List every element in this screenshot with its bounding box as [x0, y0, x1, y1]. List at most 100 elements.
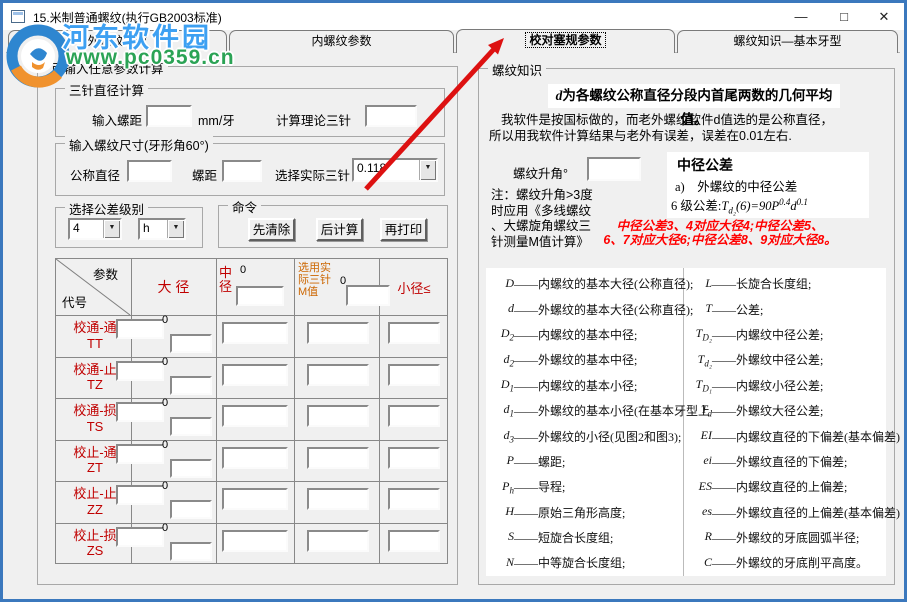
pitch-unit-label: mm/牙 — [198, 110, 235, 129]
row-input-major-b[interactable] — [170, 376, 212, 395]
definition-item: R ——外螺纹的牙底圆弧半径; — [686, 525, 884, 550]
row-input-major-a[interactable] — [116, 527, 164, 547]
definition-item: Ph ——导程; — [488, 474, 682, 499]
corner-code-label: 代号 — [62, 292, 87, 311]
row-input-middle[interactable] — [222, 405, 288, 427]
table-row: 校止-通 ZT 0 — [56, 441, 447, 483]
row-input-major-b[interactable] — [170, 417, 212, 436]
gauge-table: 参数 代号 大 径 中径 0 选用实际三针M值 0 小径≤ 校通-通 TT 0 — [55, 258, 448, 564]
nominal-diameter-label: 公称直径 — [70, 165, 120, 184]
col-needle-m-value: 选用实际三针M值 — [298, 262, 335, 298]
helix-angle-input[interactable] — [587, 157, 641, 181]
definition-item: P ——螺距; — [488, 449, 682, 474]
row-input-m-value[interactable] — [307, 322, 369, 344]
tolerance-box-title: 中径公差 — [677, 155, 733, 175]
m-value-header-input[interactable] — [346, 285, 390, 306]
pitch2-label: 螺距 — [192, 165, 217, 184]
definitions-box: D ——内螺纹的基本大径(公称直径); d ——外螺纹的基本大径(公称直径); … — [486, 268, 886, 576]
row-input-m-value[interactable] — [307, 364, 369, 386]
calculate-button[interactable]: 后计算 — [316, 218, 363, 241]
row-input-m-value[interactable] — [307, 447, 369, 469]
row-input-middle[interactable] — [222, 530, 288, 552]
dropdown-arrow-icon[interactable] — [419, 160, 436, 180]
row-input-m-value[interactable] — [307, 530, 369, 552]
row-input-major-b[interactable] — [170, 542, 212, 561]
row-input-minor[interactable] — [388, 322, 440, 344]
row-input-major-b[interactable] — [170, 500, 212, 519]
tolerance-mapping-note: 中径公差3、4对应大径4;中径公差5、 6、7对应大径6;中径公差8、9对应大径… — [545, 220, 895, 247]
row-input-minor[interactable] — [388, 405, 440, 427]
row-input-minor[interactable] — [388, 447, 440, 469]
app-window: 15.米制普通螺纹(执行GB2003标准) — □ ✕ 外螺纹参数 内螺纹参数 … — [0, 0, 907, 602]
row-input-major-a[interactable] — [116, 361, 164, 381]
definition-item: d2 ——外螺纹的基本中径; — [488, 347, 682, 372]
definition-item: D1 ——内螺纹的基本小径; — [488, 373, 682, 398]
standard-note-paragraph: 我软件是按国标做的，而老外螺纹软件d值选的是公称直径， 所以用我软件计算结果与老… — [489, 113, 885, 144]
table-row: 校止-损 ZS 0 — [56, 524, 447, 566]
table-header: 参数 代号 大 径 中径 0 选用实际三针M值 0 小径≤ — [56, 259, 447, 316]
window-title: 15.米制普通螺纹(执行GB2003标准) — [33, 9, 222, 26]
pitch2-input[interactable] — [222, 160, 262, 182]
definition-item: d ——外螺纹的基本大径(公称直径); — [488, 296, 682, 321]
row-input-major-b[interactable] — [170, 334, 212, 353]
tolerance-formula: 6 级公差:Td₂(6)=90P0.4d0.1 — [671, 195, 808, 216]
row-input-minor[interactable] — [388, 488, 440, 510]
grade-combo[interactable]: 4 — [68, 218, 122, 240]
row-input-middle[interactable] — [222, 488, 288, 510]
row-input-minor[interactable] — [388, 530, 440, 552]
row-input-major-a[interactable] — [116, 485, 164, 505]
minimize-button[interactable]: — — [784, 3, 818, 30]
middle-dia-header-input[interactable] — [236, 286, 284, 306]
title-bar: 15.米制普通螺纹(执行GB2003标准) — □ ✕ — [3, 3, 904, 30]
definition-item: EI ——内螺纹直径的下偏差(基本偏差) — [686, 423, 884, 448]
tab-plug-gauge[interactable]: 校对塞规参数 — [456, 29, 675, 53]
row-input-m-value[interactable] — [307, 488, 369, 510]
table-row: 校通-通 TT 0 — [56, 316, 447, 358]
definition-item: es ——外螺纹直径的上偏差(基本偏差) — [686, 500, 884, 525]
definition-item: H ——原始三角形高度; — [488, 500, 682, 525]
theory-needle-label: 计算理论三针 — [276, 110, 351, 129]
definition-item: D ——内螺纹的基本大径(公称直径); — [488, 271, 682, 296]
definition-item: d3 ——外螺纹的小径(见图2和图3); — [488, 423, 682, 448]
definition-item: C ——外螺纹的牙底削平高度。 — [686, 550, 884, 575]
pitch-input[interactable] — [146, 105, 192, 127]
position-combo[interactable]: h — [138, 218, 186, 240]
table-row: 校通-止 TZ 0 — [56, 358, 447, 400]
definition-item: L ——长旋合长度组; — [686, 271, 884, 296]
row-input-major-a[interactable] — [116, 319, 164, 339]
row-input-minor[interactable] — [388, 364, 440, 386]
nominal-diameter-input[interactable] — [127, 160, 172, 182]
definitions-right-column: L ——长旋合长度组; T ——公差; TD₂ ——内螺纹中径公差; Td₂ —… — [686, 271, 884, 576]
row-input-m-value[interactable] — [307, 405, 369, 427]
definition-item: ES ——内螺纹直径的上偏差; — [686, 474, 884, 499]
tab-external-thread[interactable]: 外螺纹参数 — [8, 30, 227, 53]
row-input-major-a[interactable] — [116, 402, 164, 422]
definition-item: D2 ——内螺纹的基本中径; — [488, 322, 682, 347]
tab-internal-thread[interactable]: 内螺纹参数 — [229, 30, 454, 53]
theory-needle-input[interactable] — [365, 105, 417, 127]
close-button[interactable]: ✕ — [867, 3, 901, 30]
row-input-middle[interactable] — [222, 364, 288, 386]
tab-thread-knowledge[interactable]: 螺纹知识—基本牙型 — [677, 30, 898, 53]
row-input-major-a[interactable] — [116, 444, 164, 464]
corner-param-label: 参数 — [93, 264, 118, 283]
print-button[interactable]: 再打印 — [380, 218, 427, 241]
dropdown-arrow-icon[interactable] — [167, 220, 184, 238]
row-input-middle[interactable] — [222, 322, 288, 344]
knowledge-group-title: 螺纹知识 — [488, 60, 546, 79]
definition-item: TD₂ ——内螺纹中径公差; — [686, 322, 884, 347]
clear-button[interactable]: 先清除 — [248, 218, 295, 241]
definition-item: TD₁ ——内螺纹小径公差; — [686, 373, 884, 398]
actual-needle-combo[interactable]: 0.118 — [352, 158, 438, 182]
row-input-middle[interactable] — [222, 447, 288, 469]
maximize-button[interactable]: □ — [827, 3, 861, 30]
tolerance-formula-box: 中径公差 a) 外螺纹的中径公差 6 级公差:Td₂(6)=90P0.4d0.1 — [667, 152, 869, 218]
definition-item: d1 ——外螺纹的基本小径(在基本牙型上 — [488, 398, 682, 423]
helix-angle-label: 螺纹升角° — [513, 163, 568, 182]
definition-item: T ——公差; — [686, 296, 884, 321]
definition-item: Td ——外螺纹大径公差; — [686, 398, 884, 423]
definition-item: N ——中等旋合长度组; — [488, 550, 682, 575]
row-input-major-b[interactable] — [170, 459, 212, 478]
dropdown-arrow-icon[interactable] — [103, 220, 120, 238]
definition-item: Td₂ ——外螺纹中径公差; — [686, 347, 884, 372]
